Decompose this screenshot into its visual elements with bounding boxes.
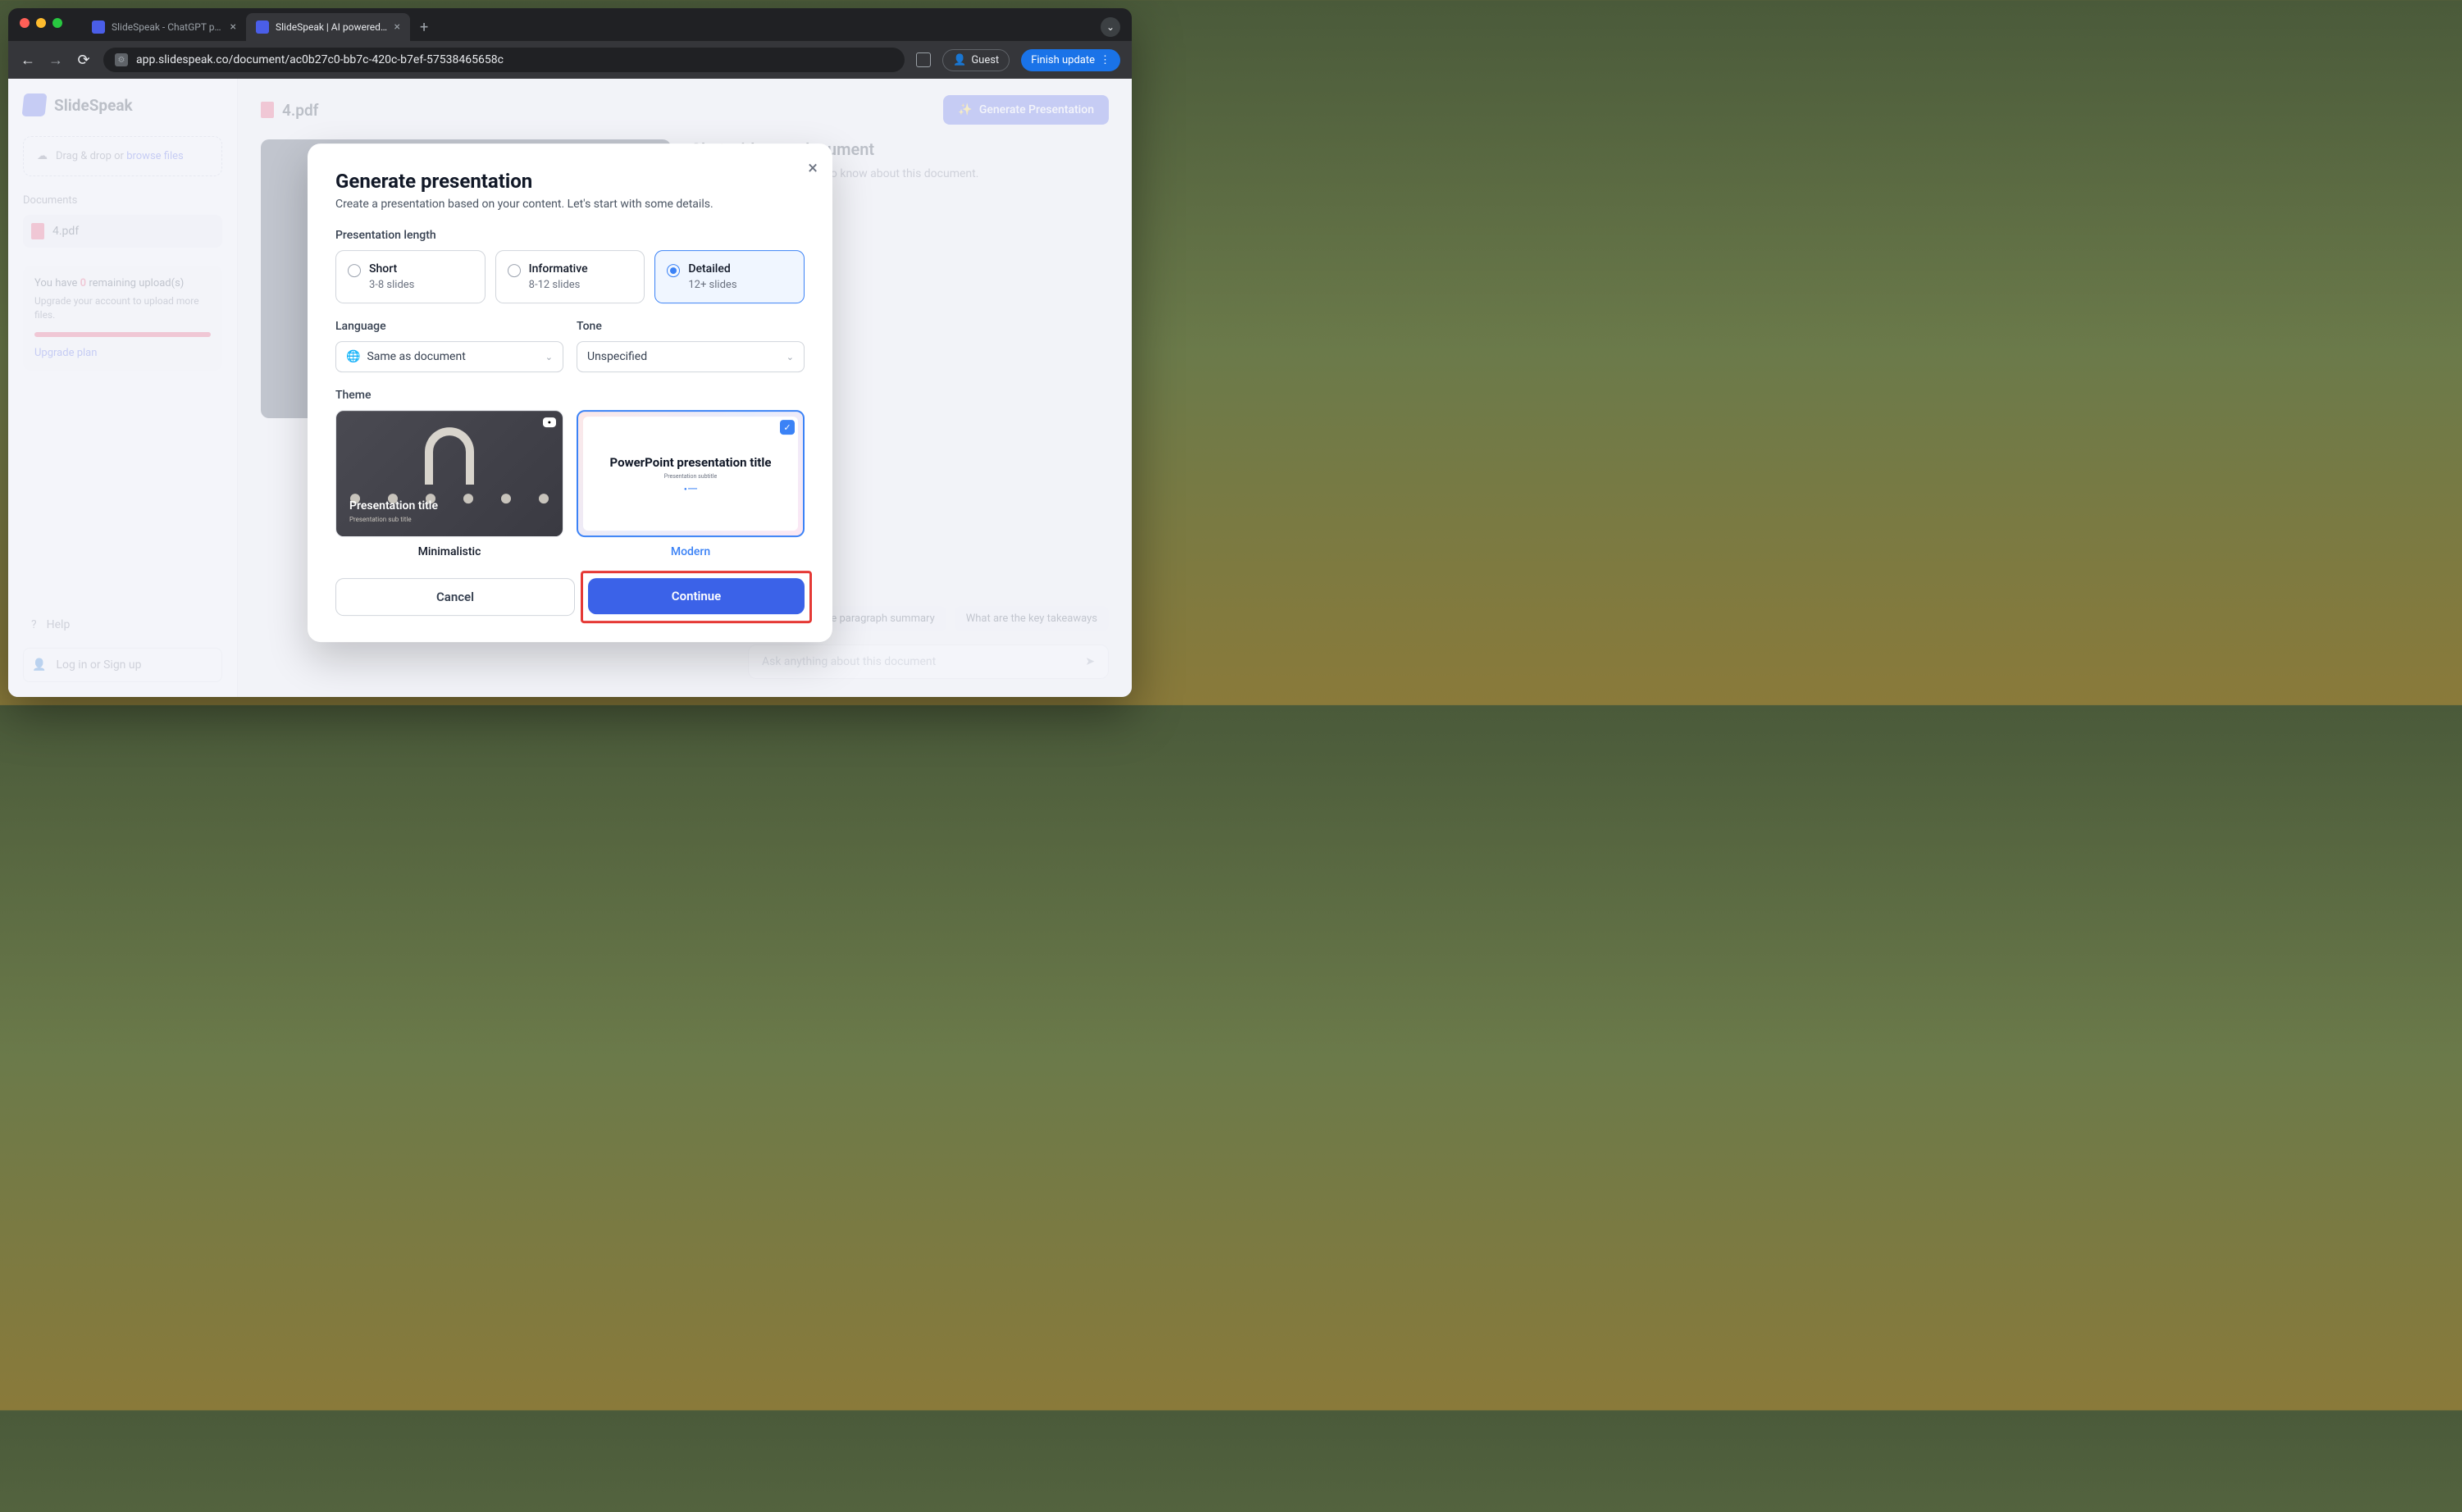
tab-slidespeak-ai[interactable]: SlideSpeak | AI powered presentation ×	[246, 13, 410, 41]
length-label: Presentation length	[335, 229, 805, 242]
chevron-down-icon: ⌄	[545, 352, 553, 362]
tone-value: Unspecified	[587, 350, 647, 363]
radio-icon	[348, 264, 361, 277]
forward-button[interactable]: →	[48, 52, 64, 69]
language-label: Language	[335, 320, 563, 333]
url-input[interactable]: ⚙ app.slidespeak.co/document/ac0b27c0-bb…	[103, 48, 905, 72]
language-select[interactable]: 🌐 Same as document ⌄	[335, 341, 563, 372]
theme-preview: ● Presentation title Presentation sub ti…	[335, 410, 563, 537]
theme-minimalistic[interactable]: ● Presentation title Presentation sub ti…	[335, 410, 563, 558]
generate-modal: × Generate presentation Create a present…	[308, 143, 832, 642]
continue-highlight: Continue	[581, 571, 812, 623]
theme-name: Modern	[577, 545, 805, 558]
option-title: Informative	[529, 262, 588, 276]
theme-name: Minimalistic	[335, 545, 563, 558]
length-option-detailed[interactable]: Detailed 12+ slides	[654, 250, 805, 303]
address-bar: ← → ⟳ ⚙ app.slidespeak.co/document/ac0b2…	[8, 41, 1132, 79]
modal-buttons: Cancel Continue	[335, 578, 805, 616]
length-option-informative[interactable]: Informative 8-12 slides	[495, 250, 645, 303]
window-close[interactable]	[20, 18, 30, 28]
tab-close-icon[interactable]: ×	[394, 20, 400, 34]
theme-tag: ●	[543, 417, 556, 427]
chevron-down-icon: ⌄	[786, 352, 794, 362]
favicon-icon	[256, 20, 269, 34]
option-subtitle: 8-12 slides	[529, 279, 588, 291]
window-minimize[interactable]	[36, 18, 46, 28]
tab-bar: SlideSpeak - ChatGPT powered × SlideSpea…	[82, 13, 1132, 41]
finish-update-label: Finish update	[1031, 54, 1095, 66]
radio-icon	[667, 264, 680, 277]
window-maximize[interactable]	[52, 18, 62, 28]
browser-window: SlideSpeak - ChatGPT powered × SlideSpea…	[8, 8, 1132, 697]
new-tab-button[interactable]: +	[410, 19, 438, 36]
arch-graphic	[425, 427, 474, 485]
preview-subtitle: Presentation subtitle	[664, 473, 717, 480]
tone-label: Tone	[577, 320, 805, 333]
guest-icon: 👤	[953, 54, 966, 66]
favicon-icon	[92, 20, 105, 34]
app-content: SlideSpeak ☁ Drag & drop or browse files…	[8, 79, 1132, 697]
profile-button[interactable]: 👤 Guest	[942, 49, 1010, 71]
url-text: app.slidespeak.co/document/ac0b27c0-bb7c…	[136, 53, 504, 66]
preview-subtitle: Presentation sub title	[349, 516, 549, 523]
radio-icon	[508, 264, 521, 277]
preview-title: PowerPoint presentation title	[610, 455, 772, 470]
tab-overflow-button[interactable]: ⌄	[1101, 17, 1120, 37]
menu-dots-icon: ⋮	[1100, 54, 1110, 66]
tab-title: SlideSpeak - ChatGPT powered	[112, 21, 224, 33]
length-option-short[interactable]: Short 3-8 slides	[335, 250, 486, 303]
preview-title: Presentation title	[349, 499, 549, 512]
lang-tone-row: Language 🌐 Same as document ⌄ Tone Unspe…	[335, 320, 805, 372]
theme-modern[interactable]: ✓ PowerPoint presentation title Presenta…	[577, 410, 805, 558]
modal-subtitle: Create a presentation based on your cont…	[335, 198, 805, 211]
option-subtitle: 12+ slides	[688, 279, 736, 291]
finish-update-button[interactable]: Finish update ⋮	[1021, 49, 1120, 71]
guest-label: Guest	[971, 54, 999, 66]
extension-icon[interactable]	[916, 52, 931, 67]
tab-title: SlideSpeak | AI powered presentation	[276, 21, 388, 33]
theme-preview: ✓ PowerPoint presentation title Presenta…	[577, 410, 805, 537]
site-settings-icon[interactable]: ⚙	[115, 53, 128, 66]
theme-options: ● Presentation title Presentation sub ti…	[335, 410, 805, 558]
back-button[interactable]: ←	[20, 52, 36, 69]
check-icon: ✓	[780, 420, 795, 435]
language-value: Same as document	[367, 350, 465, 363]
close-icon[interactable]: ×	[808, 158, 818, 179]
length-options: Short 3-8 slides Informative 8-12 slides…	[335, 250, 805, 303]
tab-close-icon[interactable]: ×	[230, 20, 236, 34]
preview-accent: ● ━━━	[684, 486, 697, 492]
continue-button[interactable]: Continue	[588, 578, 805, 614]
option-title: Detailed	[688, 262, 736, 276]
theme-label: Theme	[335, 389, 805, 402]
globe-icon: 🌐	[346, 350, 360, 363]
option-title: Short	[369, 262, 414, 276]
tab-slidespeak-chatgpt[interactable]: SlideSpeak - ChatGPT powered ×	[82, 13, 246, 41]
tone-select[interactable]: Unspecified ⌄	[577, 341, 805, 372]
option-subtitle: 3-8 slides	[369, 279, 414, 291]
modal-title: Generate presentation	[335, 170, 805, 193]
reload-button[interactable]: ⟳	[75, 52, 92, 69]
cancel-button[interactable]: Cancel	[335, 578, 575, 616]
